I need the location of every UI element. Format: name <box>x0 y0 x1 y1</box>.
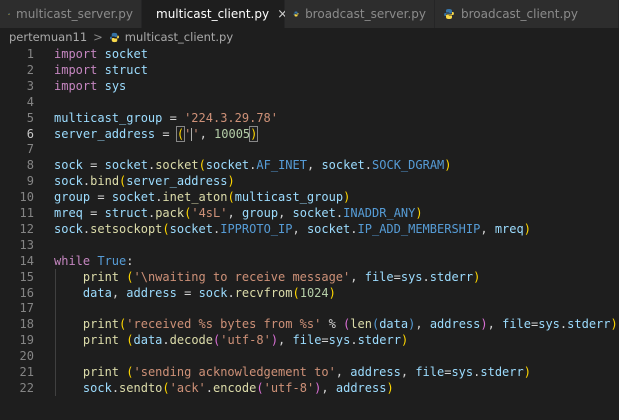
code-line[interactable]: 14 while True: <box>0 253 619 269</box>
tab-label: multicast_server.py <box>16 7 133 21</box>
code-line[interactable]: 7 <box>0 141 619 157</box>
line-number: 10 <box>19 190 34 205</box>
code-text: data, address = sock.recvfrom(1024) <box>82 285 336 300</box>
code-line[interactable]: 3 import sys <box>0 78 619 94</box>
code-line[interactable]: 10 group = socket.inet_aton(multicast_gro… <box>0 189 619 205</box>
line-number: 19 <box>19 333 34 348</box>
code-text: server_address = ('', 10005) <box>54 125 259 142</box>
python-file-icon <box>8 13 10 15</box>
line-number: 2 <box>26 62 34 77</box>
line-number: 7 <box>26 142 34 157</box>
line-number: 18 <box>19 317 34 332</box>
line-number: 9 <box>26 174 34 189</box>
line-number: 20 <box>19 349 34 364</box>
breadcrumb-file[interactable]: multicast_client.py <box>125 30 233 44</box>
code-line[interactable]: 13 <box>0 237 619 253</box>
tab-bar: multicast_server.py multicast_client.py … <box>0 0 619 28</box>
tab-broadcast-client[interactable]: broadcast_client.py <box>435 0 619 28</box>
code-text: print ('\nwaiting to receive message', f… <box>82 269 481 284</box>
chevron-right-icon: > <box>93 30 103 44</box>
line-number: 6 <box>26 126 34 141</box>
indent-guide <box>55 268 56 396</box>
tab-multicast-client[interactable]: multicast_client.py × <box>142 0 288 28</box>
code-line[interactable]: 18 print('received %s bytes from %s' % (… <box>0 316 619 332</box>
code-line[interactable]: 21 print ('sending acknowledgement to', … <box>0 364 619 380</box>
tab-multicast-server[interactable]: multicast_server.py <box>0 0 142 28</box>
code-line[interactable]: 8 sock = socket.socket(socket.AF_INET, so… <box>0 157 619 173</box>
code-line[interactable]: 9 sock.bind(server_address) <box>0 173 619 189</box>
python-file-icon <box>293 11 299 17</box>
code-line[interactable]: 19 print (data.decode('utf-8'), file=sys… <box>0 332 619 348</box>
code-line[interactable]: 17 <box>0 300 619 316</box>
code-text: import socket <box>54 47 148 61</box>
code-line[interactable]: 1 import socket <box>0 46 619 62</box>
line-number: 16 <box>19 285 34 300</box>
code-line[interactable]: 16 data, address = sock.recvfrom(1024) <box>0 285 619 301</box>
code-line[interactable]: 12 sock.setsockopt(socket.IPPROTO_IP, soc… <box>0 221 619 237</box>
line-number: 3 <box>26 78 34 93</box>
python-file-icon <box>109 32 119 42</box>
code-line[interactable]: 15 print ('\nwaiting to receive message'… <box>0 269 619 285</box>
code-text: print('received %s bytes from %s' % (len… <box>82 317 618 332</box>
code-text: sock.sendto('ack'.encode('utf-8'), addre… <box>82 380 394 395</box>
code-line[interactable]: 5 multicast_group = '224.3.29.78' <box>0 110 619 126</box>
code-line[interactable]: 11 mreq = struct.pack('4sL', group, socke… <box>0 205 619 221</box>
line-number: 1 <box>26 47 34 61</box>
code-line[interactable]: 22 sock.sendto('ack'.encode('utf-8'), ad… <box>0 380 619 396</box>
code-text: while True: <box>54 253 134 268</box>
code-text: sock.bind(server_address) <box>54 174 235 189</box>
line-number: 17 <box>19 301 34 316</box>
code-text: multicast_group = '224.3.29.78' <box>54 110 278 125</box>
line-number: 11 <box>19 206 34 220</box>
breadcrumb: pertemuan11 > multicast_client.py <box>0 28 619 46</box>
code-line[interactable]: 20 <box>0 348 619 364</box>
tab-label: broadcast_client.py <box>461 7 578 21</box>
code-text: group = socket.inet_aton(multicast_group… <box>54 190 351 205</box>
tab-label: multicast_client.py <box>156 7 270 21</box>
code-line[interactable]: 6 server_address = ('', 10005) <box>0 125 619 142</box>
python-file-icon <box>444 9 454 19</box>
breadcrumb-folder[interactable]: pertemuan11 <box>9 30 87 44</box>
line-number: 15 <box>19 269 34 284</box>
line-number: 22 <box>19 380 34 395</box>
line-number: 4 <box>26 94 34 109</box>
line-number: 13 <box>19 237 34 252</box>
tab-broadcast-server[interactable]: broadcast_server.py <box>285 0 435 28</box>
line-number: 8 <box>26 158 34 173</box>
code-line[interactable]: 2 import struct <box>0 62 619 78</box>
code-text: print ('sending acknowledgement to', add… <box>82 365 531 379</box>
line-number: 12 <box>19 221 34 236</box>
code-text: sock = socket.socket(socket.AF_INET, soc… <box>54 158 452 173</box>
code-text: mreq = struct.pack('4sL', group, socket.… <box>54 206 423 220</box>
code-text: import struct <box>54 62 148 77</box>
code-text: sock.setsockopt(socket.IPPROTO_IP, socke… <box>54 221 531 236</box>
code-text: print (data.decode('utf-8'), file=sys.st… <box>82 333 409 348</box>
tab-label: broadcast_server.py <box>305 7 426 21</box>
line-number: 14 <box>19 253 34 268</box>
code-editor[interactable]: 1 import socket 2 import struct 3 import sys 4… <box>0 46 619 420</box>
code-line[interactable]: 4 <box>0 94 619 110</box>
line-number: 21 <box>19 365 34 379</box>
line-number: 5 <box>26 110 34 125</box>
code-text: import sys <box>54 78 127 93</box>
